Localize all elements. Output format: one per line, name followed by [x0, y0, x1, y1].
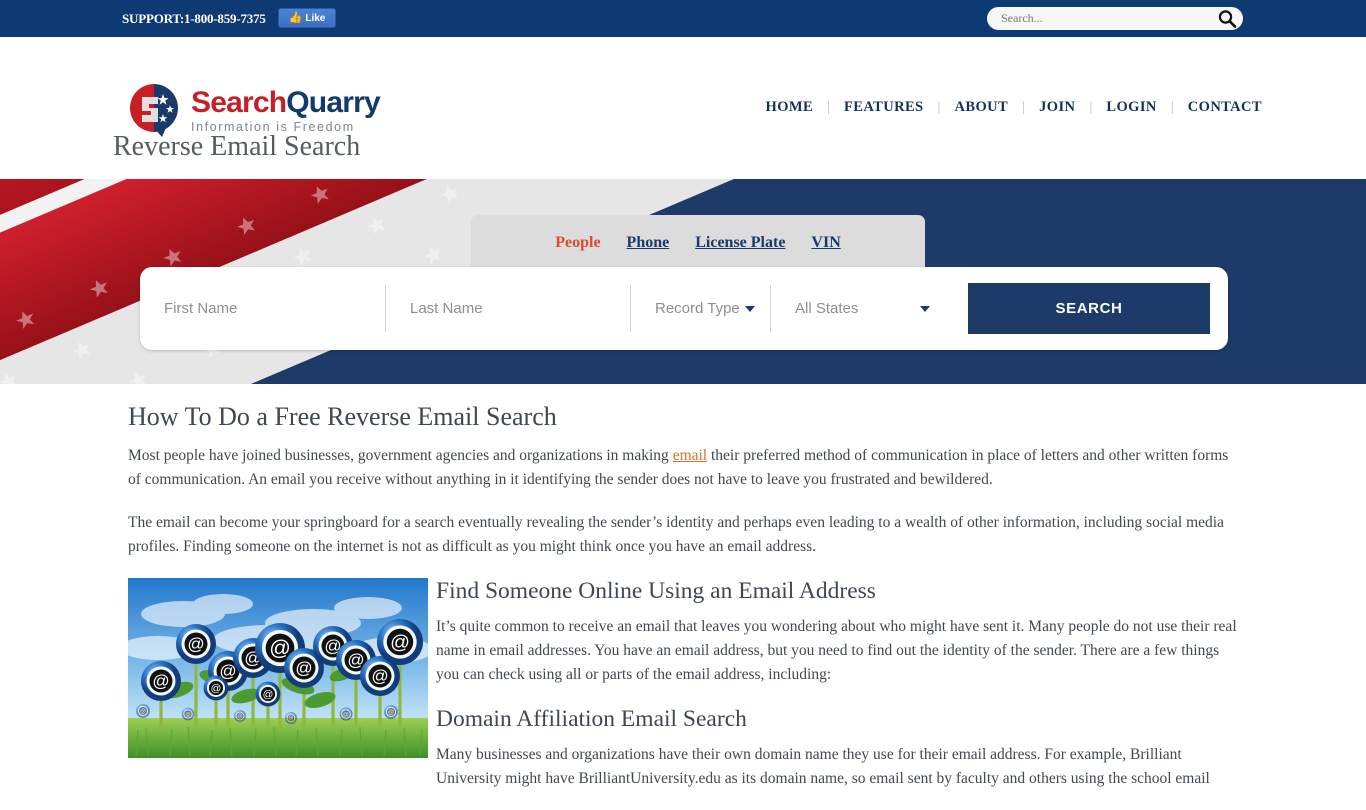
search-type-tabs: People Phone License Plate VIN [471, 215, 925, 270]
article-heading: How To Do a Free Reverse Email Search [128, 402, 557, 431]
paragraph-1-text-before: Most people have joined businesses, gove… [128, 447, 673, 464]
main-navigation: HOME | FEATURES | ABOUT | JOIN | LOGIN |… [752, 99, 1276, 116]
first-name-field[interactable] [140, 285, 385, 332]
tab-vin[interactable]: VIN [811, 234, 840, 252]
nav-item-login[interactable]: LOGIN [1092, 99, 1170, 116]
image-text-section: @ [128, 578, 1238, 810]
article-paragraph-1: Most people have joined businesses, gove… [128, 444, 1238, 492]
thumbs-up-icon: 👍 [288, 11, 303, 24]
chevron-down-icon [744, 305, 755, 312]
first-name-input[interactable] [164, 300, 385, 317]
facebook-like-label: Like [305, 12, 326, 24]
people-search-form: Record Type All States SEARCH [140, 267, 1228, 350]
subheading-domain-affiliation: Domain Affiliation Email Search [436, 706, 747, 732]
nav-item-home[interactable]: HOME [752, 99, 828, 116]
search-input[interactable] [1001, 11, 1217, 26]
article-paragraph-3: It’s quite common to receive an email th… [436, 618, 1237, 683]
article-paragraph-4: Many businesses and organizations have t… [436, 746, 1210, 787]
logo-wordmark: SearchQuarry [191, 86, 381, 120]
record-type-label: Record Type [655, 300, 740, 317]
top-utility-bar: SUPPORT:1-800-859-7375 👍 Like [0, 0, 1366, 37]
magnifier-icon[interactable] [1217, 9, 1237, 29]
tab-phone[interactable]: Phone [627, 234, 670, 252]
at-symbol-flowers-image: @ [128, 578, 428, 758]
nav-item-about[interactable]: ABOUT [941, 99, 1023, 116]
subheading-find-someone-online: Find Someone Online Using an Email Addre… [436, 578, 876, 604]
nav-item-contact[interactable]: CONTACT [1174, 99, 1276, 116]
tab-license-plate[interactable]: License Plate [695, 234, 785, 252]
image-side-text: Find Someone Online Using an Email Addre… [428, 578, 1238, 810]
record-type-select[interactable]: Record Type [630, 285, 770, 332]
site-search-box[interactable] [987, 7, 1243, 30]
search-button[interactable]: SEARCH [968, 283, 1210, 334]
article-content: How To Do a Free Reverse Email Search Mo… [128, 402, 1238, 810]
email-link[interactable]: email [673, 447, 707, 464]
tab-people[interactable]: People [555, 234, 600, 252]
state-label: All States [795, 300, 859, 317]
page-title: Reverse Email Search [113, 131, 361, 162]
state-select[interactable]: All States [770, 285, 952, 332]
logo-word-quarry: Quarry [286, 86, 380, 120]
logo-word-search: Search [191, 86, 287, 120]
last-name-field[interactable] [385, 285, 630, 332]
site-header: SearchQuarry Information is Freedom HOME… [0, 37, 1366, 137]
support-phone-text: SUPPORT:1-800-859-7375 [122, 11, 266, 26]
chevron-down-icon [920, 305, 930, 312]
nav-item-features[interactable]: FEATURES [830, 99, 937, 116]
nav-item-join[interactable]: JOIN [1025, 99, 1089, 116]
facebook-like-button[interactable]: 👍 Like [278, 8, 336, 28]
last-name-input[interactable] [410, 300, 630, 317]
article-paragraph-2: The email can become your springboard fo… [128, 514, 1224, 555]
